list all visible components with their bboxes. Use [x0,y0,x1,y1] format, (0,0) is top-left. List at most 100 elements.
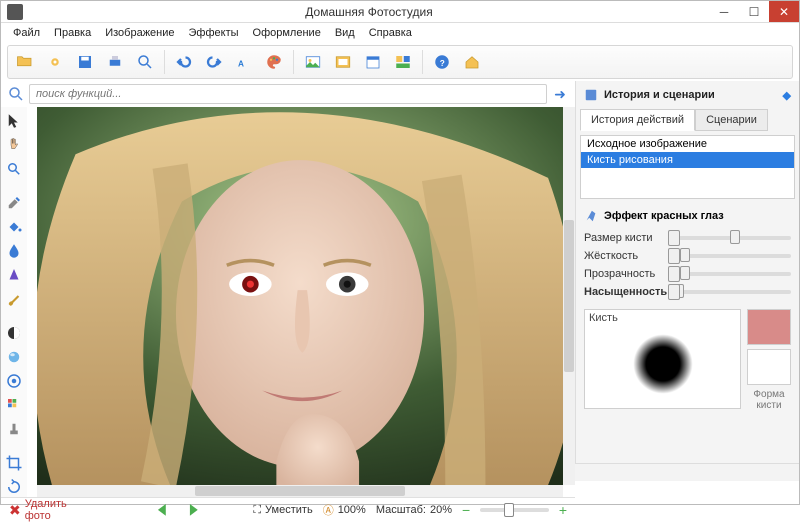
image-button[interactable] [300,49,326,75]
search-row: ➜ [1,81,575,107]
cursor-icon [5,112,23,130]
help-icon: ? [433,53,451,71]
menu-правка[interactable]: Правка [48,25,97,41]
delete-photo-label: Удалить фото [25,498,94,522]
right-panel: История и сценарии ◆ История действий Сц… [575,81,799,463]
drop-icon [5,242,23,260]
prop-label: Размер кисти [584,232,662,244]
color-swatch[interactable] [747,309,791,345]
tool-hand[interactable] [4,135,24,155]
brush-form-label[interactable]: Форма кисти [747,389,791,411]
gear-icon [46,53,64,71]
vertical-scrollbar[interactable] [563,107,575,485]
effect-title: Эффект красных глаз [604,210,724,222]
prop-label: Насыщенность [584,286,662,298]
hundred-icon: Ⓐ [323,502,334,518]
zoom-fit-button[interactable] [132,49,158,75]
tool-zoom[interactable] [4,159,24,179]
print-button[interactable] [102,49,128,75]
collage-button[interactable] [390,49,416,75]
tool-brush[interactable] [4,289,24,309]
minimize-button[interactable]: ─ [709,1,739,22]
crop-icon [5,454,23,472]
redo-button[interactable] [201,49,227,75]
help-button[interactable]: ? [429,49,455,75]
cone-icon [5,266,23,284]
calendar-icon [364,53,382,71]
prop-row: Насыщенность [580,283,795,301]
left-tools [1,107,27,497]
prop-row: Размер кисти [580,229,795,247]
gear-button[interactable] [42,49,68,75]
tool-drop[interactable] [4,241,24,261]
home-button[interactable] [459,49,485,75]
undo-button[interactable] [171,49,197,75]
window-title: Домашняя Фотостудия [29,5,709,19]
menu-оформление[interactable]: Оформление [247,25,327,41]
save-button[interactable] [72,49,98,75]
tool-crop[interactable] [4,453,24,473]
panel-collapse-icon[interactable]: ◆ [783,89,791,102]
history-item[interactable]: Исходное изображение [581,136,794,152]
sphere-icon [5,348,23,366]
menu-эффекты[interactable]: Эффекты [183,25,245,41]
tool-cursor[interactable] [4,111,24,131]
zoom-in-button[interactable]: + [559,502,567,518]
menu-вид[interactable]: Вид [329,25,361,41]
nav-next-button[interactable] [184,502,204,518]
prop-slider[interactable] [668,254,791,258]
nav-prev-button[interactable] [154,502,174,518]
image-icon [304,53,322,71]
svg-text:A: A [238,60,244,69]
prop-row: Жёсткость [580,247,795,265]
prop-slider[interactable] [668,272,791,276]
palette-button[interactable] [261,49,287,75]
zoom-100-button[interactable]: Ⓐ 100% [323,502,366,518]
tool-bucket[interactable] [4,217,24,237]
prop-slider[interactable] [668,236,791,240]
redo-icon [205,53,223,71]
history-list[interactable]: Исходное изображениеКисть рисования [580,135,795,199]
brush-preview-label: Кисть [589,312,618,324]
history-panel-header: История и сценарии ◆ [580,85,795,105]
grid-icon [5,396,23,414]
secondary-swatch[interactable] [747,349,791,385]
calendar-button[interactable] [360,49,386,75]
frame-icon [334,53,352,71]
zoom-out-button[interactable]: − [462,502,470,518]
hand-icon [5,136,23,154]
prop-row: Прозрачность [580,265,795,283]
tab-history[interactable]: История действий [580,109,695,131]
tool-sphere[interactable] [4,347,24,367]
search-input[interactable] [29,84,547,104]
delete-photo-button[interactable]: ✖ Удалить фото [9,498,94,522]
folder-open-button[interactable] [12,49,38,75]
tool-stamp[interactable] [4,419,24,439]
close-button[interactable]: ✕ [769,1,799,22]
fit-button[interactable]: ⛶ Уместить [253,504,312,517]
menubar: ФайлПравкаИзображениеЭффектыОформлениеВи… [1,23,799,43]
undo-icon [175,53,193,71]
menu-справка[interactable]: Справка [363,25,418,41]
palette-icon [265,53,283,71]
history-item[interactable]: Кисть рисования [581,152,794,168]
menu-изображение[interactable]: Изображение [99,25,180,41]
tool-eyedropper[interactable] [4,193,24,213]
prop-slider[interactable] [668,290,791,294]
menu-файл[interactable]: Файл [7,25,46,41]
horizontal-scrollbar[interactable] [37,485,563,497]
tool-contrast[interactable] [4,323,24,343]
eyedropper-icon [5,194,23,212]
zoom-slider[interactable] [480,508,549,512]
tool-grid[interactable] [4,395,24,415]
search-go-icon[interactable]: ➜ [551,85,569,103]
image-canvas[interactable] [37,107,563,485]
tool-target[interactable] [4,371,24,391]
maximize-button[interactable]: ☐ [739,1,769,22]
tab-scenarios[interactable]: Сценарии [695,109,768,131]
canvas-area [27,107,575,497]
tool-rotate[interactable] [4,477,24,497]
text-button[interactable]: A [231,49,257,75]
frame-button[interactable] [330,49,356,75]
tool-cone[interactable] [4,265,24,285]
